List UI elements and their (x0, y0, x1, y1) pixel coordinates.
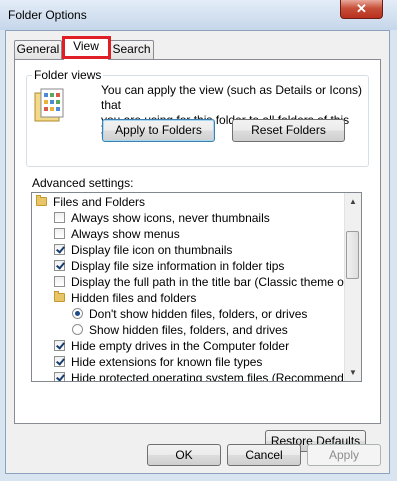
window-title: Folder Options (8, 8, 87, 22)
title-bar: Folder Options ✕ (0, 0, 397, 30)
apply-button[interactable]: Apply (307, 444, 381, 466)
scroll-down-icon[interactable]: ▼ (345, 364, 361, 381)
tab-view-highlight (62, 36, 111, 59)
view-tab-page: Folder views You can apply the view (suc… (14, 59, 381, 452)
advanced-settings-list[interactable]: Files and Folders Always show icons, neve… (31, 192, 362, 382)
scroll-up-icon[interactable]: ▲ (345, 193, 361, 210)
close-icon: ✕ (356, 1, 367, 16)
option-label: Hide empty drives in the Computer folder (71, 339, 290, 353)
folder-icon (36, 195, 47, 206)
ok-label: OK (175, 448, 193, 462)
option-label: Display the full path in the title bar (… (71, 275, 362, 289)
checkbox[interactable] (54, 356, 65, 367)
ok-button[interactable]: OK (147, 444, 221, 466)
option-label: Display file size information in folder … (71, 259, 285, 273)
checkbox[interactable] (54, 212, 65, 223)
option-label: Always show icons, never thumbnails (71, 211, 270, 225)
option-label: Display file icon on thumbnails (71, 243, 233, 257)
checkbox[interactable] (54, 244, 65, 255)
option-label: Don't show hidden files, folders, or dri… (89, 307, 308, 321)
radio-button[interactable] (72, 308, 83, 319)
scroll-thumb[interactable] (346, 231, 359, 279)
option-label: Hide extensions for known file types (71, 355, 263, 369)
close-button[interactable]: ✕ (340, 0, 383, 19)
cancel-button[interactable]: Cancel (227, 444, 301, 466)
option-label: Hidden files and folders (71, 291, 197, 305)
apply-to-folders-label: Apply to Folders (115, 123, 202, 137)
apply-to-folders-button[interactable]: Apply to Folders (102, 119, 215, 142)
reset-folders-label: Reset Folders (251, 123, 326, 137)
radio-button[interactable] (72, 324, 83, 335)
option-label: Show hidden files, folders, and drives (89, 323, 288, 337)
dialog-body: General View Search Folder views You can (5, 30, 390, 474)
checkbox[interactable] (54, 228, 65, 239)
apply-label: Apply (328, 448, 360, 462)
folder-views-desc-line1: You can apply the view (such as Details … (101, 83, 363, 112)
option-label: Always show menus (71, 227, 180, 241)
vertical-scrollbar[interactable]: ▲ ▼ (344, 193, 361, 381)
cancel-label: Cancel (245, 448, 283, 462)
tab-general-label: General (16, 42, 60, 56)
tab-search-label: Search (112, 42, 151, 56)
option-label: Hide protected operating system files (R… (71, 371, 362, 382)
checkbox[interactable] (54, 340, 65, 351)
checkbox[interactable] (54, 260, 65, 271)
tab-search[interactable]: Search (109, 40, 154, 59)
folder-view-icon (34, 88, 64, 122)
folder-views-title: Folder views (32, 68, 104, 82)
checkbox[interactable] (54, 276, 65, 287)
checkbox[interactable] (54, 372, 65, 381)
advanced-settings-label: Advanced settings: (32, 176, 134, 190)
reset-folders-button[interactable]: Reset Folders (232, 119, 345, 142)
option-label: Files and Folders (53, 195, 146, 209)
tab-general[interactable]: General (14, 40, 62, 59)
folder-icon (54, 291, 65, 302)
